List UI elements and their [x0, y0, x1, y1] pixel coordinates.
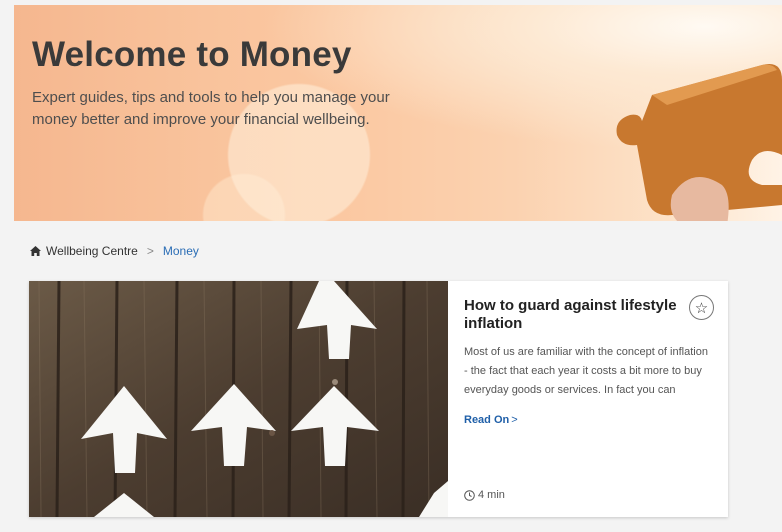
read-on-label: Read On [464, 414, 510, 426]
page-title: Welcome to Money [32, 35, 352, 74]
breadcrumb-separator: > [146, 244, 154, 258]
breadcrumb-current[interactable]: Money [163, 244, 199, 258]
article-excerpt: Most of us are familiar with the concept… [464, 346, 708, 396]
home-icon[interactable] [30, 246, 41, 256]
article-title[interactable]: How to guard against lifestyle inflation [464, 297, 679, 333]
article-card[interactable]: How to guard against lifestyle inflation… [29, 281, 728, 517]
article-image[interactable] [29, 281, 448, 517]
breadcrumb-home[interactable]: Wellbeing Centre [46, 244, 138, 258]
chevron-right-icon: > [511, 414, 518, 426]
clock-icon [464, 489, 475, 501]
arrows-on-wood-image [29, 281, 448, 517]
breadcrumb: Wellbeing Centre > Money [30, 244, 199, 258]
hero-subtitle: Expert guides, tips and tools to help yo… [32, 89, 390, 128]
read-on-link[interactable]: Read On > [464, 414, 518, 426]
duration-label: 4 min [478, 489, 505, 501]
article-body: How to guard against lifestyle inflation… [448, 281, 728, 517]
puzzle-piece-image [616, 64, 782, 221]
read-duration: 4 min [464, 489, 505, 501]
star-icon[interactable]: ☆ [689, 295, 714, 320]
hero-banner: Welcome to Money Expert guides, tips and… [14, 5, 782, 221]
